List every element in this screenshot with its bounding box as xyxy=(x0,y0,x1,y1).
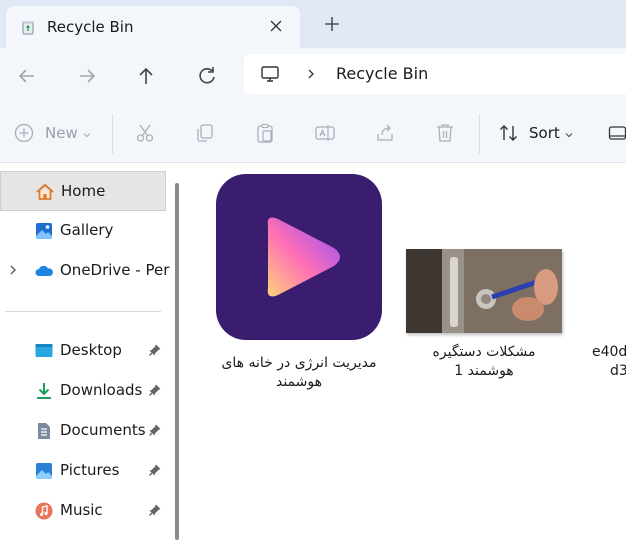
door-lock-thumbnail xyxy=(406,249,562,333)
sidebar-item-pictures[interactable]: Pictures xyxy=(0,451,166,491)
pin-icon[interactable] xyxy=(148,423,162,437)
file-name: مشکلات دستگیره هوشمند 1 xyxy=(396,343,572,381)
gallery-icon xyxy=(36,223,52,239)
new-tab-icon[interactable] xyxy=(320,12,344,36)
address-bar[interactable]: Recycle Bin xyxy=(244,54,626,94)
file-name-line: مدیریت انرژی در خانه های xyxy=(221,355,377,371)
desktop-icon xyxy=(35,344,53,357)
sidebar-item-label: Pictures xyxy=(60,461,120,479)
tab-bar: Recycle Bin xyxy=(0,0,626,48)
documents-icon xyxy=(38,423,50,439)
chevron-down-icon[interactable] xyxy=(82,130,92,140)
sidebar-item-onedrive[interactable]: OneDrive - Perso xyxy=(0,251,170,291)
sidebar-item-label: Downloads xyxy=(60,381,143,399)
sidebar-scrollbar-thumb[interactable] xyxy=(175,183,179,540)
toolbar-separator xyxy=(479,114,480,154)
onedrive-icon xyxy=(35,265,53,276)
sort-button-label[interactable]: Sort xyxy=(529,124,560,142)
file-item[interactable]: مشکلات دستگیره هوشمند 1 xyxy=(406,249,562,389)
this-pc-icon xyxy=(261,66,279,82)
navigation-pane: Home Gallery OneDrive - Perso Desktop xyxy=(0,163,187,540)
sidebar-item-label: Home xyxy=(61,182,106,200)
file-name: مدیریت انرژی در خانه های هوشمند xyxy=(206,354,392,392)
tab-recycle-bin[interactable]: Recycle Bin xyxy=(6,6,300,48)
chevron-down-icon[interactable] xyxy=(564,130,574,140)
up-arrow-icon[interactable] xyxy=(132,62,160,90)
sidebar-item-label: Gallery xyxy=(60,221,114,239)
cut-icon[interactable] xyxy=(134,122,156,144)
sidebar-item-label: Documents xyxy=(60,421,146,439)
file-name: e40dl d3 xyxy=(592,343,626,381)
delete-icon[interactable] xyxy=(434,122,456,144)
sidebar-item-home[interactable]: Home xyxy=(0,171,166,211)
sort-icon[interactable] xyxy=(498,122,520,144)
file-name-line: مشکلات دستگیره xyxy=(432,344,536,360)
chevron-right-icon[interactable] xyxy=(304,67,318,81)
pin-icon[interactable] xyxy=(148,463,162,477)
file-name-line: هوشمند 1 xyxy=(454,363,514,379)
share-icon[interactable] xyxy=(374,122,396,144)
file-view: مدیریت انرژی در خانه های هوشمند مشکلات د… xyxy=(188,163,626,540)
new-button-label[interactable]: New xyxy=(45,124,78,142)
pin-icon[interactable] xyxy=(148,383,162,397)
sidebar-item-label: Desktop xyxy=(60,341,122,359)
sidebar-separator xyxy=(5,311,161,312)
file-name-line: هوشمند xyxy=(275,374,322,390)
toolbar-separator xyxy=(112,114,113,154)
sidebar-item-music[interactable]: Music xyxy=(0,491,166,531)
sidebar-item-downloads[interactable]: Downloads xyxy=(0,371,166,411)
copy-icon[interactable] xyxy=(194,122,216,144)
pictures-icon xyxy=(36,463,52,479)
refresh-icon[interactable] xyxy=(193,62,221,90)
pin-icon[interactable] xyxy=(148,503,162,517)
sidebar-item-gallery[interactable]: Gallery xyxy=(0,211,166,251)
file-name-line: d3 xyxy=(610,363,626,379)
file-name-line: e40dl xyxy=(592,344,626,360)
command-bar: New Sort xyxy=(0,104,626,163)
sidebar-item-desktop[interactable]: Desktop xyxy=(0,331,166,371)
chevron-right-icon[interactable] xyxy=(6,263,20,277)
tab-title: Recycle Bin xyxy=(47,18,134,36)
media-player-icon xyxy=(216,174,382,340)
close-icon[interactable] xyxy=(264,14,288,38)
file-item[interactable]: e40dl d3 xyxy=(586,249,626,389)
breadcrumb-current[interactable]: Recycle Bin xyxy=(336,64,428,83)
home-icon xyxy=(36,183,54,200)
sidebar-item-documents[interactable]: Documents xyxy=(0,411,166,451)
sidebar-item-label: OneDrive - Perso xyxy=(60,261,170,279)
file-item[interactable]: مدیریت انرژی در خانه های هوشمند xyxy=(216,174,382,390)
downloads-icon xyxy=(37,383,51,399)
sidebar-item-label: Music xyxy=(60,501,103,519)
view-icon[interactable] xyxy=(608,124,626,142)
paste-icon[interactable] xyxy=(254,122,276,144)
pin-icon[interactable] xyxy=(148,343,162,357)
navigation-bar: Recycle Bin xyxy=(0,48,626,104)
forward-arrow-icon[interactable] xyxy=(73,62,101,90)
new-plus-icon[interactable] xyxy=(13,122,35,144)
recycle-bin-icon xyxy=(22,21,34,35)
back-arrow-icon[interactable] xyxy=(13,62,41,90)
rename-icon[interactable] xyxy=(314,122,336,144)
music-icon xyxy=(35,502,53,520)
